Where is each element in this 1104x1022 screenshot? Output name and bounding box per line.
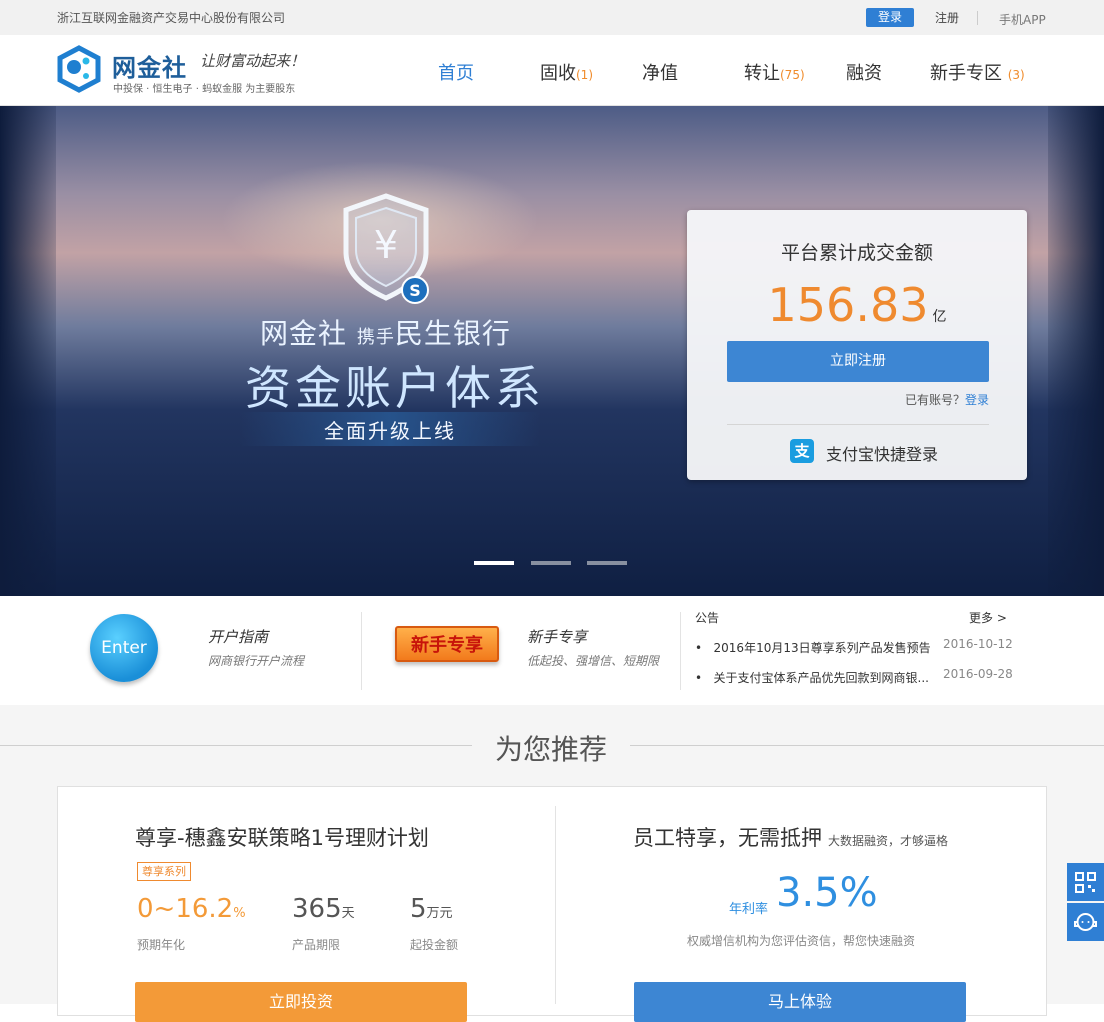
product-rate: 0~16.2%	[137, 894, 246, 924]
top-divider	[977, 11, 978, 25]
banner-edge-left	[0, 106, 56, 596]
alipay-login-link[interactable]: 支付宝快捷登录	[826, 441, 938, 465]
product-term: 365天	[292, 894, 355, 924]
carousel-dot-1[interactable]	[474, 561, 514, 565]
annual-rate-value: 3.5%	[776, 870, 878, 916]
shield-yen-icon: ¥ S	[340, 192, 436, 308]
invest-now-button[interactable]: 立即投资	[135, 982, 467, 1022]
newbie-title[interactable]: 新手专享	[527, 626, 587, 647]
card-divider	[727, 424, 989, 425]
product-min-invest: 5万元	[410, 894, 453, 924]
notice-date: 2016-10-12	[943, 637, 1013, 651]
carousel-dot-3[interactable]	[587, 561, 627, 565]
product-min-label: 起投金额	[410, 938, 459, 952]
recommend-rule-left	[0, 745, 472, 746]
account-guide-subtitle: 网商银行开户流程	[208, 654, 305, 668]
recommend-rule-right	[630, 745, 1104, 746]
svg-text:S: S	[409, 281, 421, 300]
annual-rate-label: 年利率	[729, 902, 769, 917]
product-term-label: 产品期限	[292, 938, 341, 952]
try-now-button[interactable]: 马上体验	[634, 982, 966, 1022]
feature-divider-2	[680, 612, 681, 690]
alipay-icon[interactable]: 支	[790, 439, 814, 463]
logo-text[interactable]: 网金社	[112, 48, 187, 83]
qr-code-icon[interactable]	[1067, 863, 1104, 901]
customer-service-icon[interactable]	[1067, 903, 1104, 941]
mobile-app-link[interactable]: 手机APP	[999, 11, 1046, 28]
carousel-dot-2[interactable]	[531, 561, 571, 565]
banner-edge-right	[1048, 106, 1104, 596]
register-now-button[interactable]: 立即注册	[727, 341, 989, 382]
banner-headline-3: 全面升级上线	[324, 419, 456, 443]
has-account-text: 已有账号？登录	[904, 393, 989, 407]
employee-loan-description: 权威增信机构为您评估资信，帮您快速融资	[686, 934, 915, 948]
nav-net-value[interactable]: 净值	[642, 59, 678, 85]
logo-icon[interactable]	[56, 45, 102, 97]
notice-item[interactable]: • 关于支付宝体系产品优先回款到网商银...	[695, 669, 935, 686]
nav-newbie-zone[interactable]: 新手专区 (3)	[930, 59, 1025, 85]
nav-fixed-income[interactable]: 固收(1)	[540, 59, 593, 85]
newbie-subtitle: 低起投、强增信、短期限	[527, 654, 660, 668]
nav-home[interactable]: 首页	[438, 59, 474, 85]
employee-loan-title[interactable]: 员工特享，无需抵押 大数据融资，才够逼格	[633, 822, 948, 852]
nav-financing[interactable]: 融资	[846, 59, 882, 85]
recommend-title: 为您推荐	[494, 733, 607, 766]
total-volume-title: 平台累计成交金额	[780, 242, 933, 264]
enter-label[interactable]: Enter	[90, 638, 158, 658]
svg-text:¥: ¥	[374, 223, 398, 267]
product-rate-label: 预期年化	[137, 938, 186, 952]
account-guide-title[interactable]: 开户指南	[208, 626, 268, 647]
product-title[interactable]: 尊享-穗鑫安联策略1号理财计划	[135, 822, 429, 852]
company-name: 浙江互联网金融资产交易中心股份有限公司	[57, 11, 286, 25]
notice-date: 2016-09-28	[943, 667, 1013, 681]
notice-more-link[interactable]: 更多 >	[969, 609, 1007, 626]
newbie-badge-icon[interactable]: 新手专享	[395, 626, 499, 662]
banner-headline-1: 网金社 携手民生银行	[260, 317, 511, 350]
card-login-link[interactable]: 登录	[965, 393, 989, 407]
nav-transfer[interactable]: 转让(75)	[744, 59, 805, 85]
feature-divider-1	[361, 612, 362, 690]
banner-headline-2: 资金账户体系	[245, 361, 545, 415]
total-volume-amount: 156.83 亿	[767, 278, 947, 332]
notice-title: 公告	[695, 611, 720, 625]
logo-slogan: 让财富动起来！	[200, 52, 306, 70]
top-register-link[interactable]: 注册	[935, 9, 959, 26]
top-login-button[interactable]: 登录	[866, 8, 914, 27]
product-series-tag: 尊享系列	[137, 862, 191, 881]
logo-shareholders: 中投保 · 恒生电子 · 蚂蚁金服 为主要股东	[113, 84, 296, 95]
notice-item[interactable]: • 2016年10月13日尊享系列产品发售预告	[695, 639, 935, 656]
recommend-divider	[555, 806, 556, 1004]
